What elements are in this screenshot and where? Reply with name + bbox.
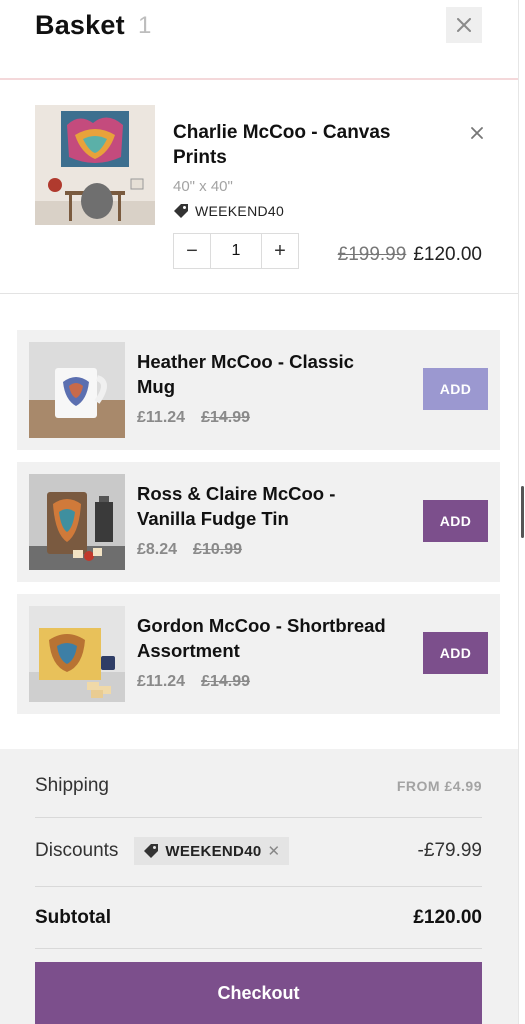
upsell-price: £11.24 bbox=[137, 673, 186, 690]
discounts-row: Discounts WEEKEND40 ✕ -£79.99 bbox=[35, 835, 482, 867]
basket-count: 1 bbox=[138, 12, 152, 39]
upsell-item-name[interactable]: Ross & Claire McCoo - Vanilla Fudge Tin bbox=[137, 481, 397, 531]
add-upsell-button[interactable]: ADD bbox=[423, 500, 488, 542]
cart-item-name[interactable]: Charlie McCoo - Canvas Prints bbox=[173, 120, 433, 170]
minus-icon: − bbox=[186, 239, 198, 262]
shipping-row: Shipping FROM £4.99 bbox=[35, 773, 482, 799]
divider bbox=[35, 886, 482, 887]
upsell-prices: £11.24 £14.99 bbox=[137, 409, 250, 427]
discounts-label: Discounts bbox=[35, 840, 119, 861]
quantity-decrease-button[interactable]: − bbox=[174, 234, 210, 268]
cart-item-variant: 40" x 40" bbox=[173, 178, 233, 195]
quantity-stepper: − 1 + bbox=[173, 233, 299, 269]
close-basket-button[interactable] bbox=[446, 7, 482, 43]
basket-title: Basket bbox=[35, 10, 125, 40]
discount-chip: WEEKEND40 ✕ bbox=[134, 837, 290, 865]
upsell-price: £8.24 bbox=[137, 541, 178, 558]
remove-discount-icon[interactable]: ✕ bbox=[267, 842, 280, 860]
basket-panel: Basket 1 Charlie McCoo - Canvas Prints 4… bbox=[0, 0, 518, 1024]
add-upsell-button[interactable]: ADD bbox=[423, 368, 488, 410]
upsell-price-old: £14.99 bbox=[201, 409, 250, 426]
remove-icon bbox=[471, 127, 483, 139]
upsell-item: Heather McCoo - Classic Mug £11.24 £14.9… bbox=[17, 330, 500, 450]
divider bbox=[35, 948, 482, 949]
upsell-price-old: £10.99 bbox=[193, 541, 242, 558]
close-icon bbox=[457, 18, 471, 32]
discounts-left: Discounts WEEKEND40 ✕ bbox=[35, 837, 290, 865]
totals-section: Shipping FROM £4.99 Discounts WEEKEND40 … bbox=[0, 749, 518, 1024]
add-upsell-button[interactable]: ADD bbox=[423, 632, 488, 674]
tag-icon bbox=[144, 844, 159, 858]
cart-item-coupon-code: WEEKEND40 bbox=[195, 203, 285, 219]
upsell-prices: £8.24 £10.99 bbox=[137, 541, 242, 559]
upsell-item-name[interactable]: Gordon McCoo - Shortbread Assortment bbox=[137, 613, 397, 663]
upsell-item: Gordon McCoo - Shortbread Assortment £11… bbox=[17, 594, 500, 714]
divider bbox=[35, 817, 482, 818]
cart-item-price: £199.99 £120.00 bbox=[338, 244, 482, 266]
plus-icon: + bbox=[274, 239, 286, 262]
upsell-prices: £11.24 £14.99 bbox=[137, 673, 250, 691]
checkout-button[interactable]: Checkout bbox=[35, 962, 482, 1024]
upsell-item: Ross & Claire McCoo - Vanilla Fudge Tin … bbox=[17, 462, 500, 582]
upsell-image-fudge-tin[interactable] bbox=[29, 474, 125, 570]
upsell-price-old: £14.99 bbox=[201, 673, 250, 690]
shipping-label: Shipping bbox=[35, 775, 109, 796]
basket-header: Basket 1 bbox=[0, 0, 518, 80]
discount-value: -£79.99 bbox=[417, 840, 482, 861]
upsell-item-name[interactable]: Heather McCoo - Classic Mug bbox=[137, 349, 397, 399]
cart-item-price-new: £120.00 bbox=[413, 244, 482, 265]
quantity-increase-button[interactable]: + bbox=[262, 234, 298, 268]
subtotal-value: £120.00 bbox=[413, 907, 482, 928]
subtotal-label: Subtotal bbox=[35, 907, 111, 928]
discount-code: WEEKEND40 bbox=[165, 842, 262, 860]
cart-item: Charlie McCoo - Canvas Prints 40" x 40" … bbox=[0, 82, 518, 294]
upsell-image-mug[interactable] bbox=[29, 342, 125, 438]
subtotal-row: Subtotal £120.00 bbox=[35, 904, 482, 932]
remove-item-button[interactable] bbox=[466, 122, 488, 144]
scrollbar-thumb[interactable] bbox=[521, 486, 524, 538]
quantity-input[interactable]: 1 bbox=[210, 234, 262, 268]
upsell-image-shortbread[interactable] bbox=[29, 606, 125, 702]
cart-item-coupon: WEEKEND40 bbox=[173, 203, 284, 219]
product-image-canvas-print[interactable] bbox=[35, 105, 155, 225]
tag-icon bbox=[174, 204, 188, 218]
shipping-value: FROM £4.99 bbox=[396, 778, 482, 794]
upsell-price: £11.24 bbox=[137, 409, 186, 426]
cart-item-price-old: £199.99 bbox=[337, 244, 407, 265]
